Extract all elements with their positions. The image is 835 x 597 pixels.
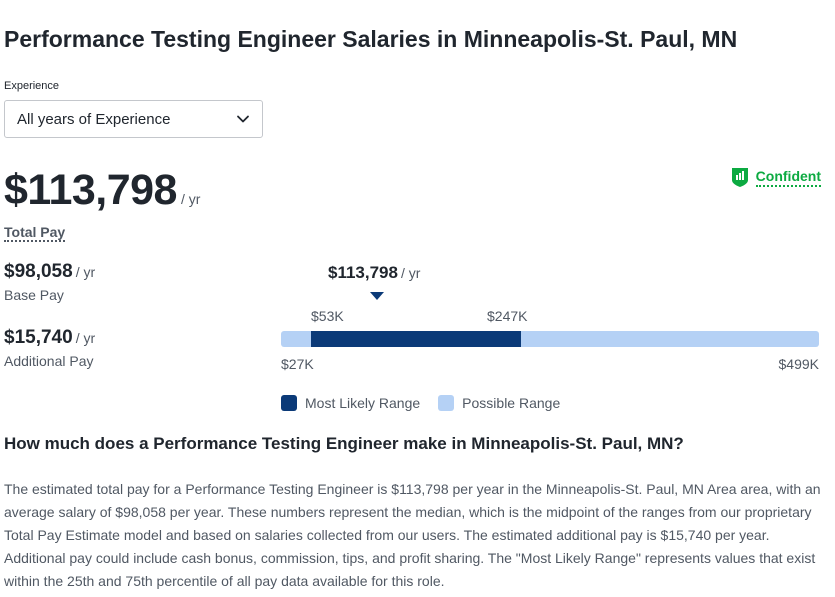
- legend-item-possible: Possible Range: [438, 395, 560, 411]
- median-marker-icon: [370, 292, 384, 300]
- additional-pay-label: Additional Pay: [4, 353, 94, 369]
- salary-description: The estimated total pay for a Performanc…: [4, 481, 821, 589]
- faq-question: How much does a Performance Testing Engi…: [4, 434, 684, 453]
- median-callout: $113,798 / yr: [328, 263, 420, 283]
- experience-selected-value: All years of Experience: [17, 110, 171, 128]
- legend-swatch-likely: [281, 395, 297, 411]
- base-pay-amount: $98,058: [4, 261, 73, 282]
- confidence-label: Confident: [755, 168, 821, 187]
- bar-chart-shield-icon: [730, 166, 750, 188]
- base-pay: $98,058 / yr Base Pay: [4, 261, 95, 303]
- total-pay-amount: $113,798: [4, 166, 177, 214]
- legend-label-likely: Most Likely Range: [305, 395, 421, 411]
- total-pay-label[interactable]: Total Pay: [4, 224, 66, 242]
- base-pay-label: Base Pay: [4, 287, 64, 303]
- legend-swatch-possible: [438, 395, 455, 411]
- chevron-down-icon: [236, 112, 250, 126]
- total-pay-value: $113,798 / yr: [4, 166, 200, 215]
- experience-label: Experience: [4, 80, 60, 92]
- possible-range-bar: [281, 331, 819, 347]
- likely-range-bar: [311, 331, 521, 347]
- base-pay-unit: / yr: [75, 264, 96, 280]
- likely-low-label: $53K: [311, 308, 344, 324]
- confidence-badge[interactable]: Confident: [730, 166, 821, 188]
- total-pay-unit: / yr: [180, 191, 201, 207]
- legend-label-possible: Possible Range: [462, 395, 561, 411]
- page-title: Performance Testing Engineer Salaries in…: [4, 26, 738, 52]
- likely-high-label: $247K: [487, 308, 528, 324]
- experience-dropdown[interactable]: All years of Experience: [4, 100, 263, 138]
- range-legend: Most Likely Range Possible Range: [281, 395, 560, 411]
- additional-pay-unit: / yr: [75, 330, 96, 346]
- possible-low-label: $27K: [281, 356, 314, 372]
- additional-pay: $15,740 / yr Additional Pay: [4, 327, 95, 369]
- legend-item-likely: Most Likely Range: [281, 395, 420, 411]
- possible-high-label: $499K: [778, 356, 819, 372]
- median-unit: / yr: [400, 265, 421, 281]
- median-amount: $113,798: [328, 263, 398, 282]
- additional-pay-amount: $15,740: [4, 327, 73, 348]
